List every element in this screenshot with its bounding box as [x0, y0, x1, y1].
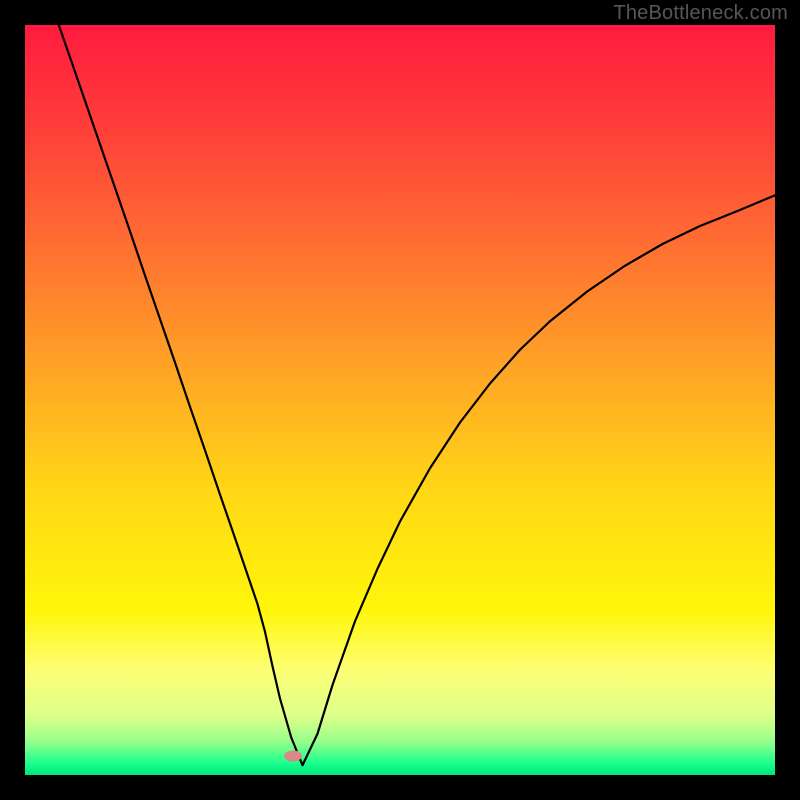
- watermark-text: TheBottleneck.com: [613, 2, 788, 25]
- minimum-marker: [284, 750, 302, 761]
- plot-area: [25, 25, 775, 775]
- chart-frame: TheBottleneck.com: [0, 0, 800, 800]
- background-gradient: [25, 25, 775, 775]
